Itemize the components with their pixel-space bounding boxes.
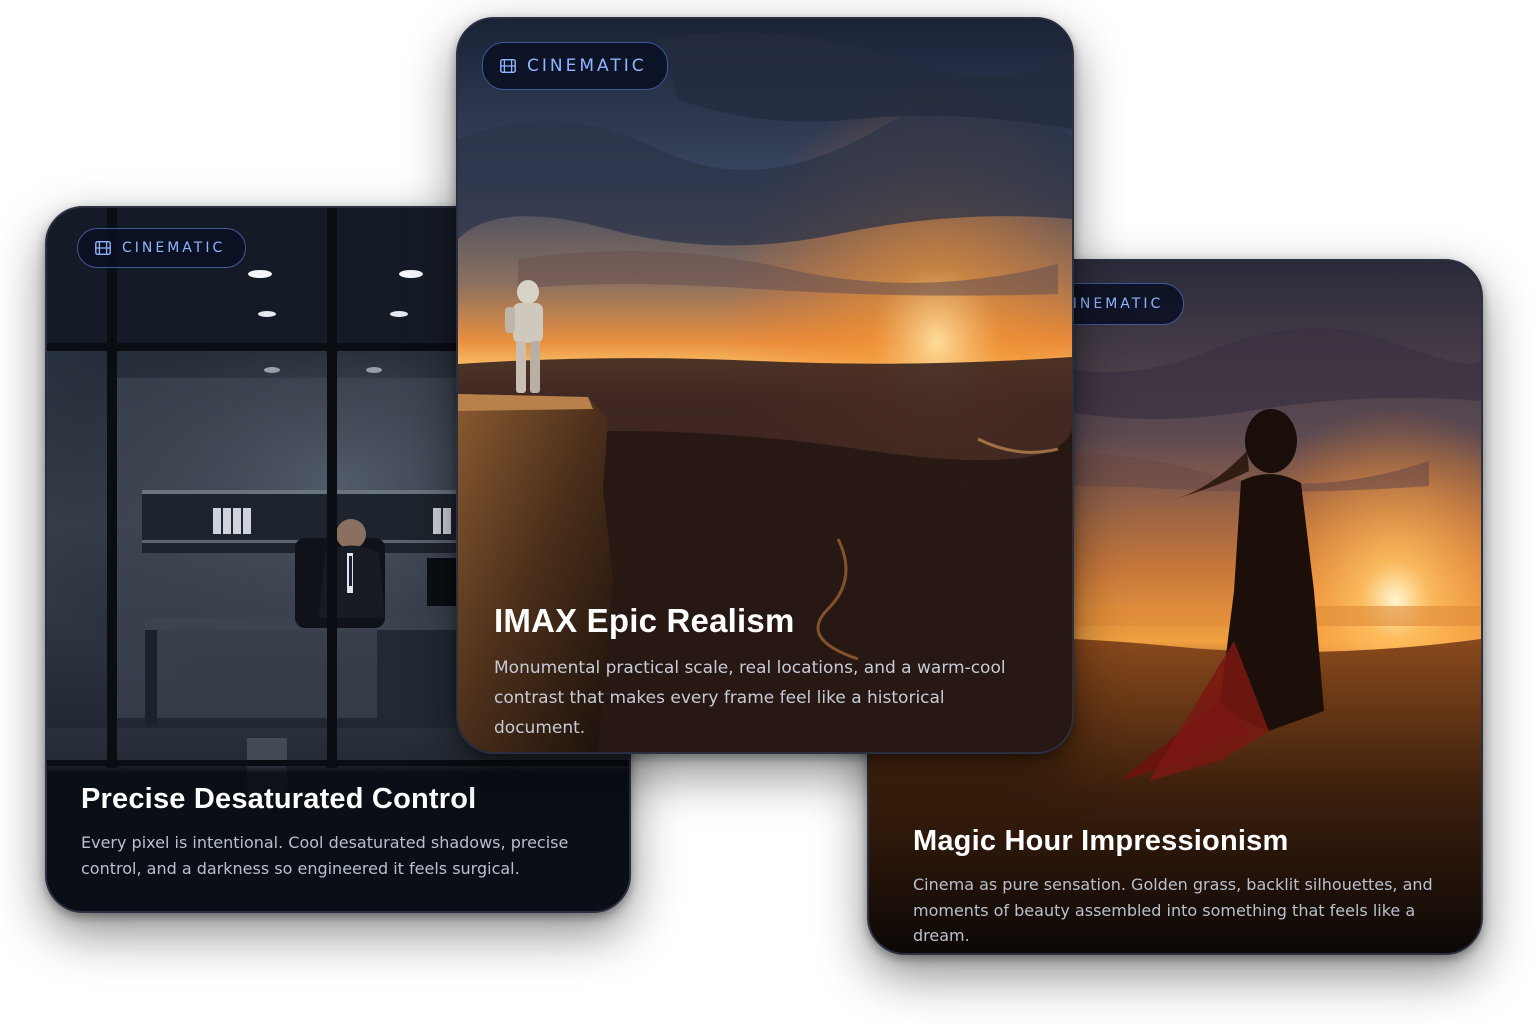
card-description: Every pixel is intentional. Cool desatur… <box>81 833 569 878</box>
card-caption: Precise Desaturated Control Every pixel … <box>47 761 629 911</box>
cinematic-badge: CINEMATIC <box>482 42 668 90</box>
badge-label: CINEMATIC <box>527 56 647 76</box>
style-card-imax[interactable]: CINEMATIC IMAX Epic Realism Monumental p… <box>456 17 1074 754</box>
card-title: Magic Hour Impressionism <box>913 825 1289 857</box>
card-caption: Magic Hour Impressionism Cinema as pure … <box>869 803 1481 953</box>
card-description: Monumental practical scale, real locatio… <box>494 658 1006 738</box>
badge-label: CINEMATIC <box>122 240 226 256</box>
card-gallery: CINEMATIC Precise Desaturated Control Ev… <box>0 0 1536 1024</box>
card-title: IMAX Epic Realism <box>494 602 795 639</box>
film-icon <box>95 240 111 256</box>
badge-label: CINEMATIC <box>1060 296 1164 312</box>
cinematic-badge: CINEMATIC <box>77 228 247 268</box>
card-caption: IMAX Epic Realism Monumental practical s… <box>458 582 1072 752</box>
film-icon <box>500 58 516 74</box>
card-title: Precise Desaturated Control <box>81 783 477 815</box>
card-description: Cinema as pure sensation. Golden grass, … <box>913 875 1433 946</box>
